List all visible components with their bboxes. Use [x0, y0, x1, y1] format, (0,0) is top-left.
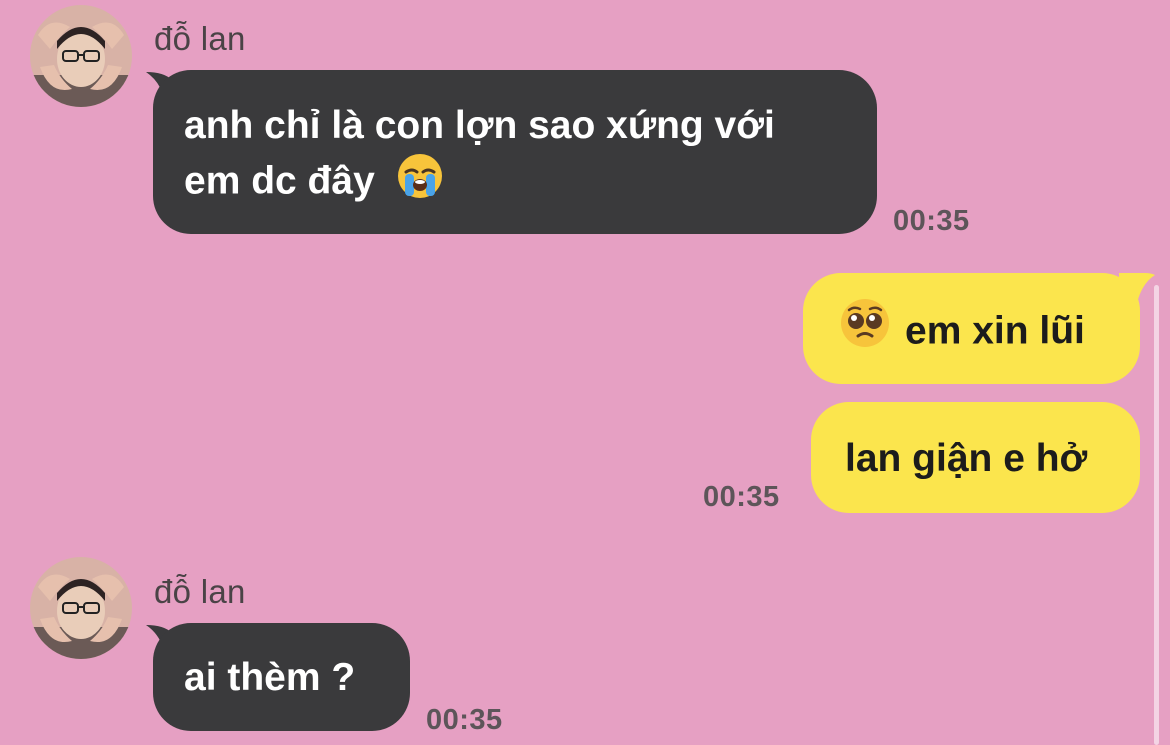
- message-bubble-outgoing[interactable]: em xin lũi: [803, 273, 1140, 384]
- message-timestamp: 00:35: [426, 704, 503, 736]
- sender-name: đỗ lan: [154, 573, 246, 610]
- message-text: ai thèm ?: [184, 656, 356, 699]
- loudly-crying-face-icon: [396, 152, 444, 214]
- message-text: em xin lũi: [905, 309, 1085, 353]
- message-text-line: em dc đây: [184, 159, 375, 203]
- avatar[interactable]: [30, 557, 132, 659]
- sender-name: đỗ lan: [154, 20, 246, 57]
- avatar[interactable]: [30, 5, 132, 107]
- scrollbar[interactable]: [1154, 285, 1159, 745]
- message-bubble-outgoing[interactable]: lan giận e hở: [811, 402, 1140, 513]
- message-text-line: anh chỉ là con lợn sao xứng với: [184, 104, 775, 147]
- message-text: lan giận e hở: [845, 437, 1088, 480]
- message-bubble-incoming[interactable]: ai thèm ?: [153, 623, 410, 731]
- message-timestamp: 00:35: [703, 481, 780, 513]
- message-timestamp: 00:35: [893, 205, 970, 237]
- message-bubble-incoming[interactable]: anh chỉ là con lợn sao xứng với em dc đâ…: [153, 70, 877, 234]
- pleading-face-icon: [839, 297, 891, 363]
